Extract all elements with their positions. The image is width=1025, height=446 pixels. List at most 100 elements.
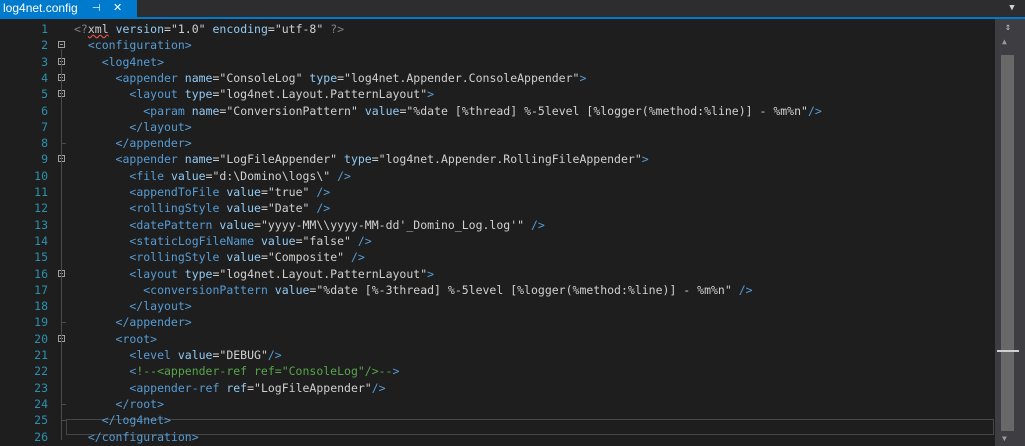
scrollbar-thumb[interactable] bbox=[1001, 55, 1014, 431]
code-token: root bbox=[129, 396, 158, 411]
code-token: > bbox=[191, 429, 199, 444]
pin-icon[interactable]: ⊣ bbox=[92, 1, 101, 16]
code-token: ="false" bbox=[295, 233, 351, 248]
line-number: 4 bbox=[41, 70, 48, 85]
code-token: type bbox=[337, 152, 372, 167]
code-token: </ bbox=[74, 315, 130, 330]
code-token: layout bbox=[136, 266, 178, 281]
code-line[interactable]: 9 <appender name="LogFileAppender" type=… bbox=[0, 151, 995, 167]
code-line[interactable]: 19 </appender> bbox=[0, 314, 995, 330]
line-number: 14 bbox=[34, 233, 48, 248]
code-line[interactable]: 12 <rollingStyle value="Date" /> bbox=[0, 200, 995, 216]
code-line[interactable]: 3 <log4net> bbox=[0, 54, 995, 70]
code-token: ="ConversionPattern" bbox=[219, 103, 358, 118]
tab-log4net-config[interactable]: log4net.config ⊣ ✕ bbox=[0, 0, 137, 17]
code-token: < bbox=[74, 266, 137, 281]
code-line[interactable]: 8 </appender> bbox=[0, 135, 995, 151]
code-token: > bbox=[157, 396, 165, 411]
line-number: 26 bbox=[34, 429, 48, 444]
code-text: <appendToFile value="true" /> bbox=[74, 184, 330, 200]
code-line[interactable]: 21 <level value="DEBUG"/> bbox=[0, 347, 995, 363]
code-line[interactable]: 6 <param name="ConversionPattern" value=… bbox=[0, 103, 995, 119]
code-text: <datePattern value="yyyy-MM\\yyyy-MM-dd'… bbox=[74, 217, 545, 233]
code-token: ="ConsoleLog" bbox=[212, 70, 303, 85]
line-number: 8 bbox=[41, 136, 48, 151]
code-line[interactable]: 17 <conversionPattern value="%date [%-3t… bbox=[0, 282, 995, 298]
code-line[interactable]: 2 <configuration> bbox=[0, 37, 995, 53]
line-number: 7 bbox=[41, 119, 48, 134]
code-line[interactable]: 14 <staticLogFileName value="false" /> bbox=[0, 233, 995, 249]
code-line[interactable]: 22 <!--<appender-ref ref="ConsoleLog"/>-… bbox=[0, 363, 995, 379]
vertical-scrollbar[interactable]: ⇕ ▲ ▼ bbox=[995, 19, 1025, 446]
code-text: <level value="DEBUG"/> bbox=[74, 347, 281, 363]
code-line[interactable]: 13 <datePattern value="yyyy-MM\\yyyy-MM-… bbox=[0, 217, 995, 233]
code-token: /> bbox=[524, 217, 545, 232]
code-text: <conversionPattern value="%date [%-3thre… bbox=[74, 282, 752, 298]
code-line[interactable]: 10 <file value="d:\Domino\logs\" /> bbox=[0, 168, 995, 184]
code-token: staticLogFileName bbox=[136, 233, 255, 248]
code-line[interactable]: 7 </layout> bbox=[0, 119, 995, 135]
code-token: ="Composite" bbox=[260, 250, 345, 265]
code-text: </appender> bbox=[74, 314, 192, 330]
code-token: version bbox=[108, 22, 165, 36]
code-token: > bbox=[157, 54, 165, 69]
line-number: 3 bbox=[41, 54, 48, 69]
code-token: ="LogFileAppender" bbox=[212, 152, 338, 167]
code-line[interactable]: 24 </root> bbox=[0, 396, 995, 412]
code-line[interactable]: 26 </configuration> bbox=[0, 429, 995, 445]
code-line[interactable]: 16 <layout type="log4net.Layout.PatternL… bbox=[0, 266, 995, 282]
code-token: > bbox=[392, 364, 400, 379]
caret-position-marker bbox=[997, 350, 1019, 352]
code-token: ="utf-8" bbox=[267, 22, 324, 36]
code-token: < bbox=[74, 54, 109, 69]
code-token: > bbox=[641, 152, 649, 167]
line-number: 22 bbox=[34, 364, 48, 379]
scroll-down-icon[interactable]: ▼ bbox=[1002, 434, 1007, 443]
code-text: <appender name="LogFileAppender" type="l… bbox=[74, 151, 649, 167]
code-line[interactable]: 11 <appendToFile value="true" /> bbox=[0, 184, 995, 200]
code-line[interactable]: 15 <rollingStyle value="Composite" /> bbox=[0, 249, 995, 265]
code-token: name bbox=[177, 152, 213, 167]
code-token: ref bbox=[219, 380, 248, 395]
code-token: encoding bbox=[205, 22, 268, 36]
code-token: < bbox=[74, 364, 137, 379]
line-number: 5 bbox=[41, 87, 48, 102]
code-token: configuration bbox=[94, 38, 185, 53]
code-token: </ bbox=[74, 299, 144, 314]
line-number: 21 bbox=[34, 348, 48, 362]
code-token: value bbox=[357, 103, 400, 118]
code-token: ?> bbox=[323, 22, 345, 36]
code-token: > bbox=[184, 119, 192, 134]
code-token: ="log4net.Appender.RollingFileAppender" bbox=[371, 152, 642, 167]
code-token: > bbox=[579, 70, 587, 85]
code-token: param bbox=[150, 103, 185, 118]
scroll-up-icon[interactable]: ▲ bbox=[1002, 37, 1007, 46]
collapse-region-icon[interactable] bbox=[58, 41, 65, 49]
split-window-icon[interactable]: ⇕ bbox=[999, 21, 1017, 35]
code-line[interactable]: 23 <appender-ref ref="LogFileAppender"/> bbox=[0, 380, 995, 396]
code-token: value bbox=[219, 185, 261, 199]
code-text: </log4net> bbox=[74, 412, 171, 428]
code-line[interactable]: 1 <?xml version="1.0" encoding="utf-8" ?> bbox=[0, 21, 995, 37]
code-token: ="d:\Domino\logs\" bbox=[205, 168, 331, 183]
tab-title: log4net.config bbox=[3, 1, 78, 15]
code-line[interactable]: 5 <layout type="log4net.Layout.PatternLa… bbox=[0, 86, 995, 102]
code-token: level bbox=[136, 348, 171, 362]
code-token: < bbox=[74, 331, 123, 346]
code-token: datePattern bbox=[136, 217, 213, 232]
code-line[interactable]: 4 <appender name="ConsoleLog" type="log4… bbox=[0, 70, 995, 86]
code-line[interactable]: 20 <root> bbox=[0, 331, 995, 347]
code-line[interactable]: 25 </log4net> bbox=[0, 412, 995, 428]
code-token: ="Date" bbox=[260, 201, 310, 216]
code-editor[interactable]: 1 <?xml version="1.0" encoding="utf-8" ?>… bbox=[0, 19, 1025, 446]
code-token: > bbox=[184, 315, 192, 330]
outlining-end-marker bbox=[61, 322, 66, 324]
code-token: > bbox=[427, 87, 435, 102]
line-number: 20 bbox=[34, 331, 48, 346]
code-line[interactable]: 18 </layout> bbox=[0, 298, 995, 314]
code-token: /> bbox=[350, 233, 372, 248]
tab-overflow-dropdown-icon[interactable]: ▼ bbox=[1004, 1, 1020, 16]
code-token: layout bbox=[143, 299, 185, 314]
close-icon[interactable]: ✕ bbox=[113, 0, 122, 17]
line-number: 13 bbox=[34, 217, 48, 232]
